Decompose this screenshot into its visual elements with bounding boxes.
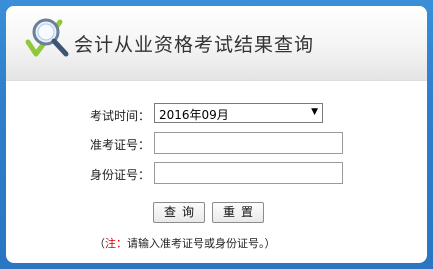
id-no-label: 身份证号： [89, 168, 150, 182]
ticket-no-row: 准考证号： [6, 132, 427, 156]
exam-time-select[interactable]: 2016年09月 ▼ [154, 103, 323, 123]
note-text: 请输入准考证号或身份证号。） [127, 237, 276, 250]
ticket-no-input[interactable] [154, 132, 343, 154]
id-no-row: 身份证号： [6, 162, 427, 186]
query-button[interactable]: 查询 [153, 202, 205, 223]
ticket-no-label: 准考证号： [89, 138, 150, 152]
exam-time-row: 考试时间： 2016年09月 ▼ [6, 103, 427, 127]
magnifier-check-icon [25, 18, 69, 57]
query-panel: 会计从业资格考试结果查询 考试时间： 2016年09月 ▼ 准考证号： 身份证号… [6, 6, 427, 263]
id-no-input[interactable] [154, 162, 343, 184]
note-prefix: 注： [105, 237, 127, 250]
note-open-paren: （ [94, 237, 105, 250]
page-title: 会计从业资格考试结果查询 [74, 34, 315, 56]
reset-button[interactable]: 重置 [212, 202, 264, 223]
hint-note: （注：请输入准考证号或身份证号。） [94, 235, 276, 251]
dropdown-arrow-icon[interactable]: ▼ [311, 107, 318, 117]
exam-time-selected: 2016年09月 [159, 108, 229, 122]
panel-header: 会计从业资格考试结果查询 [6, 6, 427, 81]
exam-time-label: 考试时间： [89, 109, 150, 123]
